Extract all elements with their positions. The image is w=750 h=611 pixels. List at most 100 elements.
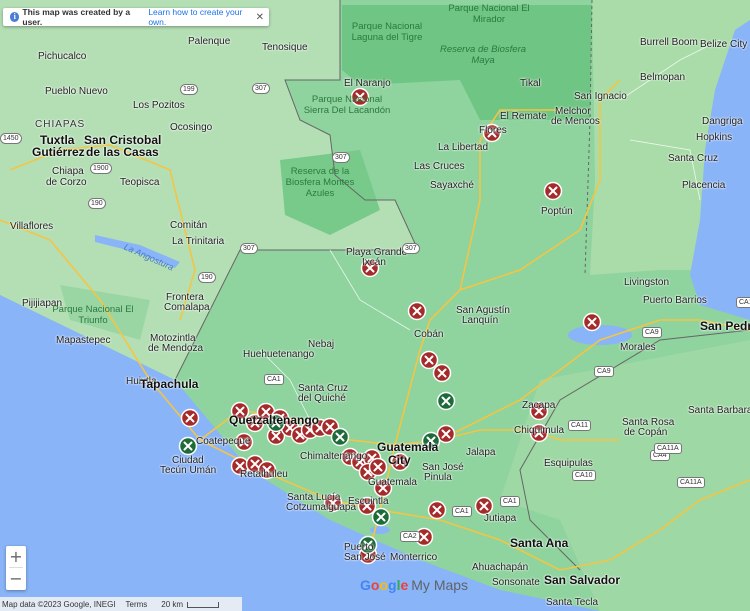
park-label: Parque Nacional El Mirador — [448, 3, 530, 25]
place-label: de Mencos — [551, 116, 600, 127]
place-label: Quetzaltenango — [229, 413, 320, 427]
my-maps-text: My Maps — [411, 577, 469, 593]
place-label: de Corzo — [46, 177, 87, 188]
place-label: Sonsonate — [492, 577, 540, 588]
place-label: Huehuetenango — [243, 349, 315, 360]
green-x-marker-icon[interactable] — [371, 507, 391, 527]
close-icon[interactable]: ✕ — [256, 12, 264, 23]
place-label: Guatemala — [368, 477, 417, 488]
green-x-marker-icon[interactable] — [178, 436, 198, 456]
place-label: Teopisca — [120, 177, 160, 188]
park-label: Parque Nacional Sierra Del Lacandón — [303, 94, 391, 116]
road-shield: 307 — [240, 243, 258, 254]
place-label: Monterrico — [390, 552, 438, 563]
road-shield: CA11A — [677, 477, 705, 488]
road-shield: 199 — [180, 84, 198, 95]
place-label: El Naranjo — [344, 78, 391, 89]
google-my-maps-logo: Google My Maps — [360, 577, 468, 593]
zoom-in-button[interactable]: + — [6, 546, 26, 567]
logo-letter: e — [400, 577, 409, 593]
place-label: Mapastepec — [56, 335, 111, 346]
place-label: Sayaxché — [430, 180, 474, 191]
place-label: Lanquín — [462, 315, 499, 326]
place-label: Jalapa — [466, 447, 496, 458]
road-shield: CA2 — [400, 531, 420, 542]
zoom-out-button[interactable]: − — [6, 568, 26, 589]
place-label: Belize City — [700, 39, 748, 50]
red-x-marker-icon[interactable] — [407, 301, 427, 321]
place-label: La Trinitaria — [172, 236, 225, 247]
road-shield: CA1 — [452, 506, 472, 517]
place-label: Poptún — [541, 206, 573, 217]
road-shield: CA9 — [594, 366, 614, 377]
place-label: Hopkins — [696, 132, 733, 143]
road-shield: CA9 — [642, 327, 662, 338]
place-label: Gutiérrez — [32, 145, 85, 159]
place-label: Coatepeque — [196, 436, 251, 447]
red-x-marker-icon[interactable] — [180, 408, 200, 428]
place-label: Pueblo Nuevo — [45, 86, 108, 97]
place-label: Santa Tecla — [546, 597, 599, 608]
place-label: Chiquimula — [514, 425, 565, 436]
place-label: Santa Ana — [510, 536, 569, 550]
place-label: Tapachula — [140, 377, 199, 391]
scale-bar — [187, 602, 220, 608]
place-label: Villaflores — [10, 221, 54, 232]
place-label: Livingston — [624, 277, 670, 288]
place-label: de Copán — [624, 427, 668, 438]
place-label: CHIAPAS — [35, 119, 86, 130]
place-label: Retalhuleu — [240, 469, 288, 480]
scale-label[interactable]: 20 km — [161, 600, 183, 609]
road-shield: 190 — [88, 198, 106, 209]
place-label: Guatemala — [377, 440, 439, 454]
red-x-marker-icon[interactable] — [474, 496, 494, 516]
place-label: La Libertad — [438, 142, 489, 153]
place-label: Escuintla — [348, 496, 389, 507]
place-label: de las Casas — [86, 145, 159, 159]
place-label: Placencia — [682, 180, 726, 191]
place-label: Cotzumalguapa — [286, 502, 357, 513]
place-label: City — [388, 453, 411, 467]
place-label: Esquipulas — [544, 458, 593, 469]
park-label: Parque Nacional Laguna del Tigre — [351, 21, 423, 43]
place-label: Chimaltenango — [300, 451, 368, 462]
red-x-marker-icon[interactable] — [582, 312, 602, 332]
place-label: Tenosique — [262, 42, 308, 53]
zoom-control: + − — [6, 546, 26, 590]
place-label: Santa Cruz — [668, 153, 719, 164]
place-label: Zacapa — [522, 400, 556, 411]
map-attribution: Map data ©2023 Google, INEGI — [2, 599, 116, 609]
place-label: Comalapa — [164, 302, 210, 313]
green-x-marker-icon[interactable] — [330, 427, 350, 447]
road-shield: CA10 — [572, 470, 596, 481]
road-shield: 307 — [332, 152, 350, 163]
place-label: El Remate — [500, 111, 547, 122]
place-label: Tikal — [520, 78, 541, 89]
place-label: Burrell Boom — [640, 37, 698, 48]
banner-message: This map was created by a user. — [22, 7, 131, 27]
red-x-marker-icon[interactable] — [432, 363, 452, 383]
logo-letter: G — [360, 577, 371, 593]
red-x-marker-icon[interactable] — [368, 457, 388, 477]
red-x-marker-icon[interactable] — [543, 181, 563, 201]
info-icon: i — [10, 12, 20, 22]
user-map-banner: i This map was created by a user. Learn … — [3, 7, 269, 27]
road-shield: 1450 — [0, 133, 22, 144]
road-shield: 307 — [402, 243, 420, 254]
park-label: Reserva de Biosfera Maya — [439, 44, 527, 66]
park-label: Parque Nacional El Triunfo — [52, 304, 134, 326]
park-label: Reserva de la Biosfera Montes Azules — [285, 166, 355, 199]
place-label: Jutiapa — [484, 513, 517, 524]
place-label: San Salvador — [544, 573, 621, 587]
red-x-marker-icon[interactable] — [419, 350, 439, 370]
place-label: Pinula — [424, 472, 452, 483]
terms-link[interactable]: Terms — [126, 600, 148, 609]
google-logo-text: Google — [360, 577, 408, 593]
red-x-marker-icon[interactable] — [427, 500, 447, 520]
green-x-marker-icon[interactable] — [436, 391, 456, 411]
learn-more-link[interactable]: Learn how to create your own. — [148, 7, 255, 27]
road-shield: CA13 — [736, 297, 750, 308]
road-shield: CA1 — [264, 374, 284, 385]
place-label: Tecún Umán — [160, 465, 217, 476]
road-shield: CA11 — [568, 420, 591, 431]
